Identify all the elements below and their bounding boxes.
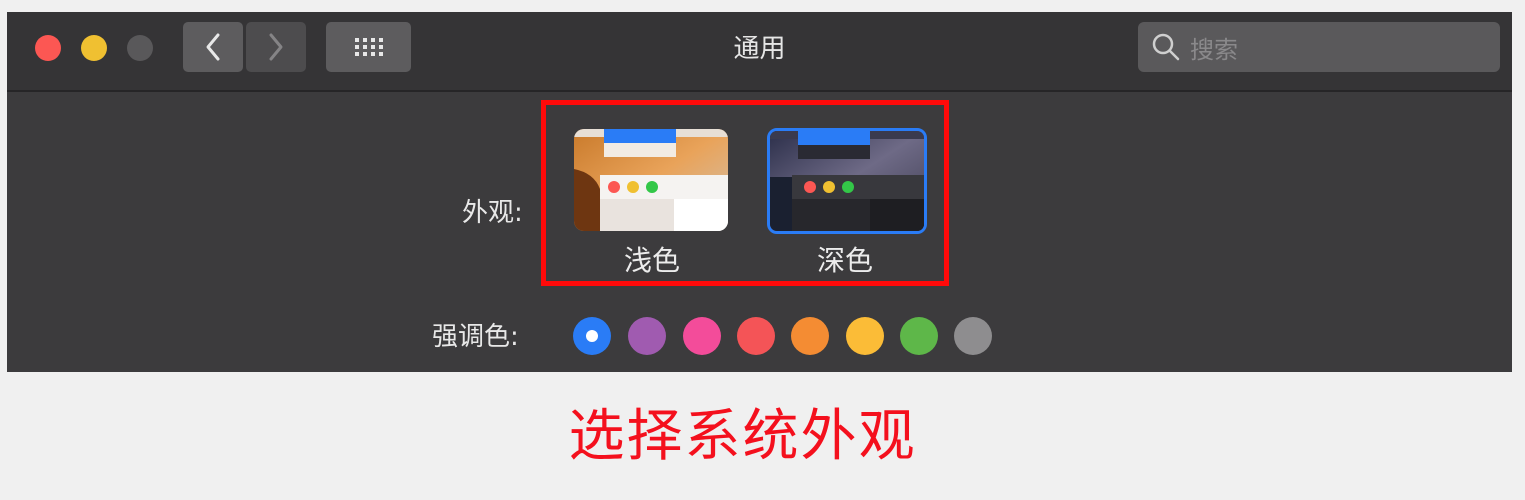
accent-color-yellow[interactable] [846, 317, 884, 355]
selected-indicator [586, 330, 598, 342]
accent-color-label: 强调色: [432, 322, 519, 352]
accent-color-red[interactable] [737, 317, 775, 355]
accent-color-pink[interactable] [683, 317, 721, 355]
accent-color-green[interactable] [900, 317, 938, 355]
search-field[interactable]: 搜索 [1138, 22, 1500, 72]
dark-appearance-thumbnail[interactable] [767, 128, 927, 234]
accent-color-blue[interactable] [573, 317, 611, 355]
appearance-label: 外观: [462, 198, 523, 228]
light-appearance-thumbnail[interactable] [574, 129, 728, 231]
accent-color-purple[interactable] [628, 317, 666, 355]
dark-appearance-label: 深色 [816, 244, 873, 277]
search-icon [1152, 33, 1180, 61]
accent-color-orange[interactable] [791, 317, 829, 355]
system-preferences-window: 通用 搜索 外观: 浅色 深色 强调色: [7, 12, 1512, 372]
search-placeholder: 搜索 [1190, 35, 1238, 64]
page: 通用 搜索 外观: 浅色 深色 强调色: 选择系统外观 [0, 0, 1525, 500]
light-appearance-label: 浅色 [623, 244, 680, 277]
caption: 选择系统外观 [568, 404, 917, 469]
titlebar: 通用 搜索 [7, 12, 1512, 92]
accent-color-graphite[interactable] [954, 317, 992, 355]
